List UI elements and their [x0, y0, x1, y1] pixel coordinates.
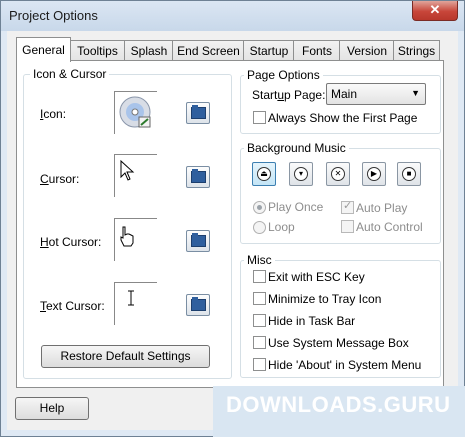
- watermark-text: DOWNLOADS.GURU: [226, 392, 451, 417]
- title-bar: Project Options ✕: [1, 1, 464, 31]
- cursor-label: Cursor:: [40, 172, 80, 186]
- cd-icon: [119, 96, 151, 128]
- play-button[interactable]: ▶: [362, 162, 386, 186]
- folder-icon: [191, 233, 206, 247]
- loop-radio[interactable]: [253, 221, 266, 234]
- hide-taskbar-label: Hide in Task Bar: [268, 314, 356, 328]
- exit-esc-label: Exit with ESC Key: [268, 270, 365, 284]
- text-cursor-label: Text Cursor:: [40, 299, 105, 313]
- tab-tooltips[interactable]: Tooltips: [69, 40, 126, 61]
- play-icon: ▶: [367, 167, 381, 181]
- chevron-down-icon: ▾: [294, 167, 308, 181]
- always-show-checkbox[interactable]: [253, 111, 266, 124]
- icon-cursor-title: Icon & Cursor: [30, 67, 110, 81]
- browse-hot-cursor-button[interactable]: [186, 230, 210, 252]
- auto-control-checkbox[interactable]: [341, 220, 354, 233]
- hide-about-label: Hide 'About' in System Menu: [268, 358, 422, 372]
- background-music-title: Background Music: [244, 141, 349, 155]
- cursor-preview: [114, 154, 157, 197]
- system-message-box-checkbox[interactable]: [253, 336, 266, 349]
- play-once-label: Play Once: [268, 200, 324, 214]
- close-icon: ✕: [429, 2, 441, 17]
- checkmark-icon: ✓: [343, 200, 353, 212]
- hand-cursor-icon: [120, 226, 134, 247]
- icon-preview: [114, 91, 157, 134]
- eject-button[interactable]: ⏏: [252, 162, 276, 186]
- ibeam-cursor-icon: [128, 290, 134, 306]
- play-once-radio[interactable]: [253, 201, 266, 214]
- tab-splash[interactable]: Splash: [124, 40, 174, 61]
- stop-button[interactable]: ■: [397, 162, 421, 186]
- minimize-tray-checkbox[interactable]: [253, 292, 266, 305]
- tab-general[interactable]: General: [16, 37, 71, 62]
- auto-control-label: Auto Control: [356, 220, 423, 234]
- startup-page-select[interactable]: Main ▼: [326, 83, 426, 105]
- browse-text-cursor-button[interactable]: [186, 294, 210, 316]
- tab-strings[interactable]: Strings: [393, 40, 440, 61]
- icon-label: Icon:: [40, 107, 67, 121]
- down-button[interactable]: ▾: [289, 162, 313, 186]
- loop-label: Loop: [268, 220, 295, 234]
- misc-title: Misc: [244, 253, 275, 267]
- chevron-down-icon: ▼: [411, 88, 420, 98]
- stop-icon: ■: [402, 167, 416, 181]
- tab-end-screen[interactable]: End Screen: [172, 40, 245, 61]
- system-message-box-label: Use System Message Box: [268, 336, 409, 350]
- page-options-title: Page Options: [244, 68, 323, 82]
- tab-version[interactable]: Version: [339, 40, 395, 61]
- help-button[interactable]: Help: [15, 397, 89, 420]
- auto-play-label: Auto Play: [356, 201, 408, 215]
- startup-page-value: Main: [331, 87, 358, 101]
- eject-icon: ⏏: [257, 167, 271, 181]
- auto-play-checkbox[interactable]: ✓: [341, 200, 354, 214]
- hide-about-checkbox[interactable]: [253, 358, 266, 371]
- hot-cursor-label: Hot Cursor:: [40, 235, 102, 249]
- always-show-label: Always Show the First Page: [268, 111, 418, 125]
- arrow-cursor-icon: [120, 159, 135, 181]
- browse-cursor-button[interactable]: [186, 166, 210, 188]
- folder-icon: [191, 169, 206, 183]
- tab-startup[interactable]: Startup: [243, 40, 295, 61]
- minimize-tray-label: Minimize to Tray Icon: [268, 292, 382, 306]
- stop-x-button[interactable]: ✕: [326, 162, 350, 186]
- close-icon: ✕: [331, 167, 345, 181]
- folder-icon: [191, 297, 206, 311]
- close-button[interactable]: ✕: [412, 1, 458, 21]
- folder-icon: [191, 105, 206, 119]
- startup-page-label: Startup Page:: [252, 88, 326, 102]
- text-cursor-preview: [114, 282, 157, 325]
- window-title: Project Options: [9, 8, 98, 23]
- tab-fonts[interactable]: Fonts: [293, 40, 341, 61]
- browse-icon-button[interactable]: [186, 102, 210, 124]
- hide-taskbar-checkbox[interactable]: [253, 314, 266, 327]
- hot-cursor-preview: [114, 218, 157, 261]
- restore-default-button[interactable]: Restore Default Settings: [41, 345, 210, 368]
- exit-esc-checkbox[interactable]: [253, 270, 266, 283]
